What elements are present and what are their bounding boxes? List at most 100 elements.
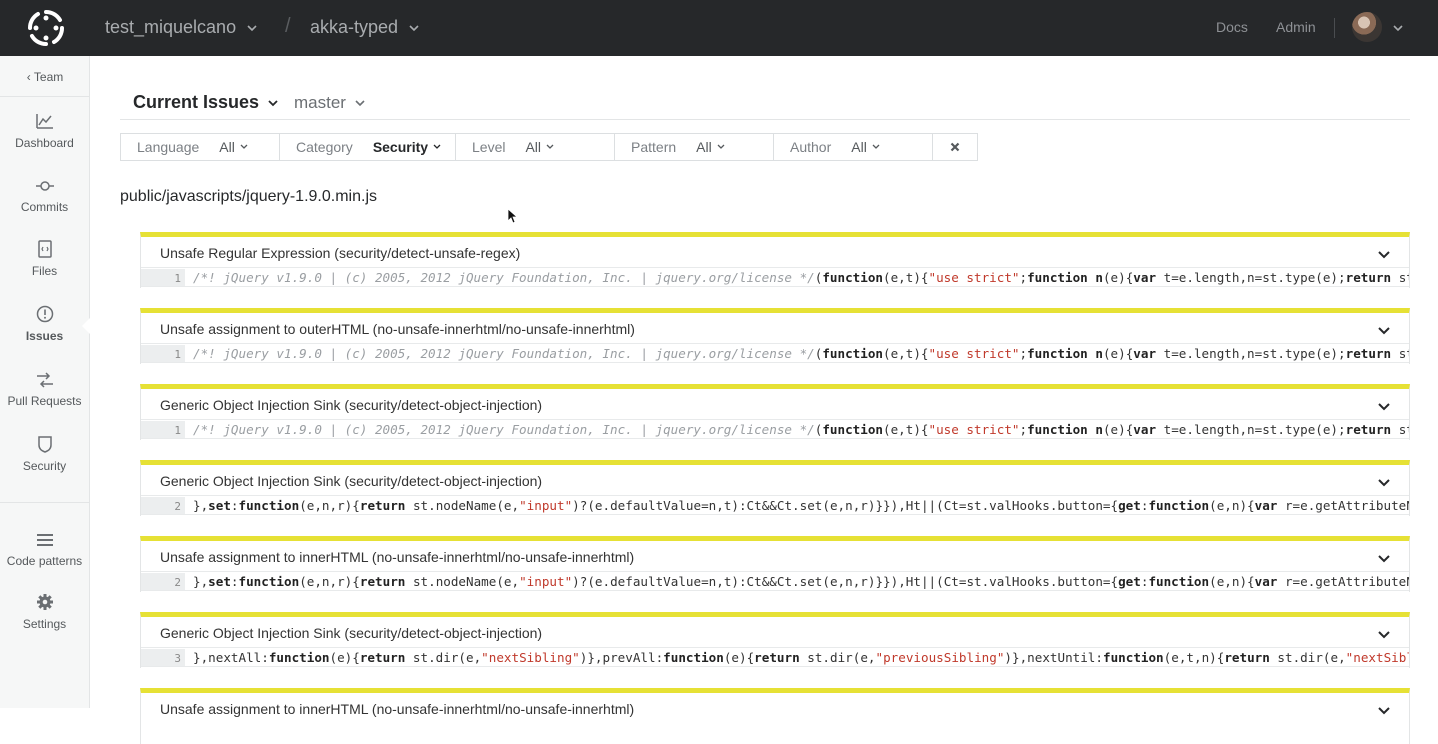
issue-card[interactable]: Unsafe Regular Expression (security/dete… [140,232,1410,288]
repo-selector[interactable]: akka-typed [310,17,420,38]
code-token: "nextSibling" [481,650,580,665]
issue-card[interactable]: Unsafe assignment to innerHTML (no-unsaf… [140,688,1410,744]
code-snippet: 1 /*! jQuery v1.9.0 | (c) 2005, 2012 jQue… [141,267,1409,287]
code-token: "use strict" [928,422,1020,437]
chevron-down-icon[interactable] [1377,476,1391,490]
filter-value-text: All [851,139,867,155]
org-name: test_miquelcano [105,17,237,37]
code-token: function [1027,422,1088,437]
code-token: return [1224,650,1270,665]
issue-card[interactable]: Unsafe assignment to innerHTML (no-unsaf… [140,536,1410,592]
line-number: 3 [141,649,185,666]
filter-value[interactable]: All [851,139,881,155]
chevron-down-icon[interactable] [1377,628,1391,642]
code-token: return [359,650,406,665]
issue-title[interactable]: Generic Object Injection Sink (security/… [160,397,542,413]
chevron-down-icon[interactable] [1377,704,1391,718]
chevron-down-icon[interactable] [1377,552,1391,566]
code-token: st.isWindow(e) [1398,346,1409,361]
sidebar-item-label: Dashboard [15,136,74,150]
file-icon [37,240,52,258]
code-token: function [238,574,300,589]
chevron-down-icon [247,24,257,31]
chevron-down-icon[interactable] [1377,324,1391,338]
code-token: return [754,650,800,665]
sidebar-item-pull-requests[interactable]: Pull Requests [0,372,89,408]
code-token: st.nodeName(e, [405,574,520,589]
filter-value[interactable]: All [219,139,249,155]
code-token: var [1133,346,1157,361]
codacy-logo-icon[interactable] [26,8,66,48]
commit-icon [35,181,54,191]
sidebar-item-dashboard[interactable]: Dashboard [0,112,89,150]
sidebar-divider [0,502,89,503]
org-selector[interactable]: test_miquelcano [105,17,258,38]
view-selector[interactable]: Current Issues [133,92,279,113]
alert-circle-icon [36,305,53,323]
issue-title[interactable]: Unsafe assignment to innerHTML (no-unsaf… [160,549,634,565]
breadcrumb-separator: / [285,15,291,37]
code-token: set [208,574,231,589]
filter-value[interactable]: All [696,139,726,155]
branch-selector[interactable]: master [294,93,366,113]
filter-value[interactable]: Security [373,139,442,155]
docs-link[interactable]: Docs [1216,19,1248,35]
code-token: (e,t){ [883,270,929,285]
filter-category[interactable]: Category Security [280,134,456,160]
sidebar-item-files[interactable]: Files [0,240,89,278]
chevron-down-icon [240,144,248,149]
top-bar: test_miquelcano / akka-typed Docs Admin [0,0,1438,56]
sidebar-item-issues[interactable]: Issues [0,305,89,343]
chevron-down-icon[interactable] [1377,400,1391,414]
code-token: t=e.length,n=st.type(e); [1156,346,1346,361]
filter-language[interactable]: Language All [121,134,280,160]
pull-request-icon [36,372,53,388]
filter-value[interactable]: All [525,139,555,155]
code-token: (e,t){ [883,422,929,437]
code-token: (e,n,r){ [299,498,360,513]
code-token: )?(e.defaultValue=n,t):Ct&&Ct.set(e,n,r)… [572,498,1119,513]
code-token: /*! jQuery v1.9.0 | (c) 2005, 2012 jQuer… [193,270,815,285]
issue-title[interactable]: Unsafe assignment to outerHTML (no-unsaf… [160,321,635,337]
clear-filters-button[interactable] [933,134,977,160]
issue-card[interactable]: Generic Object Injection Sink (security/… [140,460,1410,516]
issue-title[interactable]: Unsafe Regular Expression (security/dete… [160,245,520,261]
chevron-left-icon: ‹ [26,70,31,84]
code-token: st.isWindow(e) [1398,270,1409,285]
filter-pattern[interactable]: Pattern All [615,134,774,160]
line-number: 2 [141,573,185,590]
team-back-link[interactable]: ‹ Team [0,70,90,84]
chevron-down-icon[interactable] [1377,248,1391,262]
sidebar-item-label: Commits [20,200,69,214]
issue-title[interactable]: Generic Object Injection Sink (security/… [160,625,542,641]
issue-title[interactable]: Generic Object Injection Sink (security/… [160,473,542,489]
chevron-down-icon[interactable] [1392,22,1404,34]
code-token: var [1133,422,1157,437]
issue-card[interactable]: Generic Object Injection Sink (security/… [140,384,1410,440]
code-token: "nextSibling" [1345,650,1409,665]
code-token: function [1102,650,1164,665]
admin-link[interactable]: Admin [1276,19,1316,35]
code-token: function [822,270,883,285]
issue-card[interactable]: Unsafe assignment to outerHTML (no-unsaf… [140,308,1410,364]
sidebar-item-code-patterns[interactable]: Code patterns [0,532,89,568]
sidebar-item-settings[interactable]: Settings [0,593,89,631]
sidebar-item-commits[interactable]: Commits [0,178,89,214]
filter-label: Category [296,139,353,155]
sidebar-item-label: Settings [22,617,67,631]
avatar[interactable] [1352,12,1382,42]
code-snippet: 2},set:function(e,n,r){return st.nodeNam… [141,495,1409,515]
code-token: st.dir(e, [405,650,482,665]
sidebar-item-security[interactable]: Security [0,435,89,473]
code-token: }, [193,498,209,513]
issue-card[interactable]: Generic Object Injection Sink (security/… [140,612,1410,668]
issue-title[interactable]: Unsafe assignment to innerHTML (no-unsaf… [160,701,634,717]
sidebar-item-label: Code patterns [6,554,83,568]
code-token: return [1345,270,1392,285]
file-path[interactable]: public/javascripts/jquery-1.9.0.min.js [120,188,377,206]
filter-author[interactable]: Author All [774,134,933,160]
code-token: /*! jQuery v1.9.0 | (c) 2005, 2012 jQuer… [193,346,815,361]
line-number: 1 [141,421,185,438]
code-token: (e){ [723,650,755,665]
filter-level[interactable]: Level All [456,134,615,160]
